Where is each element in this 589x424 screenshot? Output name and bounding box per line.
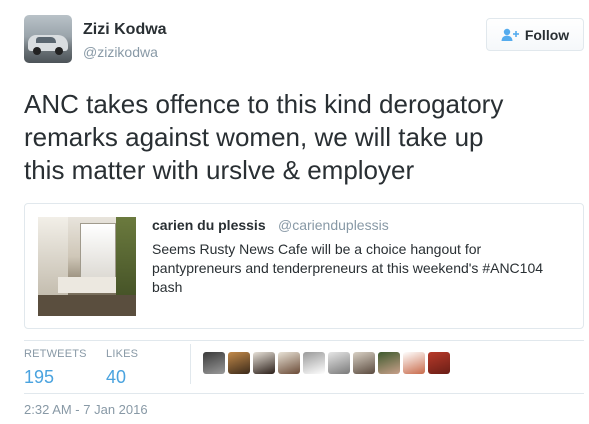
- stats-top-divider: [24, 340, 584, 341]
- liker-avatar-3[interactable]: [253, 352, 275, 374]
- likes-count: 40: [106, 367, 127, 387]
- author-name[interactable]: Zizi Kodwa: [83, 21, 167, 39]
- retweets-label: RETWEETS: [24, 348, 87, 360]
- liker-avatar-10[interactable]: [428, 352, 450, 374]
- liker-avatar-2[interactable]: [228, 352, 250, 374]
- liker-avatars: [203, 352, 450, 374]
- liker-avatar-6[interactable]: [328, 352, 350, 374]
- follow-user-plus-icon: [501, 28, 519, 42]
- quoted-author-handle: @carienduplessis: [278, 217, 389, 233]
- timestamp-divider: [24, 393, 584, 394]
- stats-separator: [190, 344, 191, 384]
- likes-label: LIKES: [106, 348, 139, 360]
- tweet-timestamp[interactable]: 2:32 AM - 7 Jan 2016: [24, 402, 148, 417]
- author-avatar[interactable]: [24, 15, 72, 63]
- quoted-tweet-image[interactable]: [38, 217, 136, 316]
- author-handle[interactable]: @zizikodwa: [83, 44, 158, 60]
- liker-avatar-7[interactable]: [353, 352, 375, 374]
- liker-avatar-4[interactable]: [278, 352, 300, 374]
- retweets-count: 195: [24, 367, 55, 387]
- liker-avatar-9[interactable]: [403, 352, 425, 374]
- liker-avatar-8[interactable]: [378, 352, 400, 374]
- liker-avatar-5[interactable]: [303, 352, 325, 374]
- retweets-stat[interactable]: RETWEETS 195: [24, 348, 87, 388]
- quoted-tweet-text: Seems Rusty News Cafe will be a choice h…: [152, 241, 544, 295]
- tweet-text: ANC takes offence to this kind derogator…: [24, 89, 504, 185]
- likes-stat[interactable]: LIKES 40: [106, 348, 138, 388]
- follow-button[interactable]: Follow: [486, 18, 584, 51]
- quoted-author-name: carien du plessis: [152, 217, 266, 233]
- follow-button-label: Follow: [524, 26, 570, 43]
- liker-avatar-1[interactable]: [203, 352, 225, 374]
- quoted-tweet-card[interactable]: carien du plessis @carienduplessis Seems…: [24, 203, 584, 329]
